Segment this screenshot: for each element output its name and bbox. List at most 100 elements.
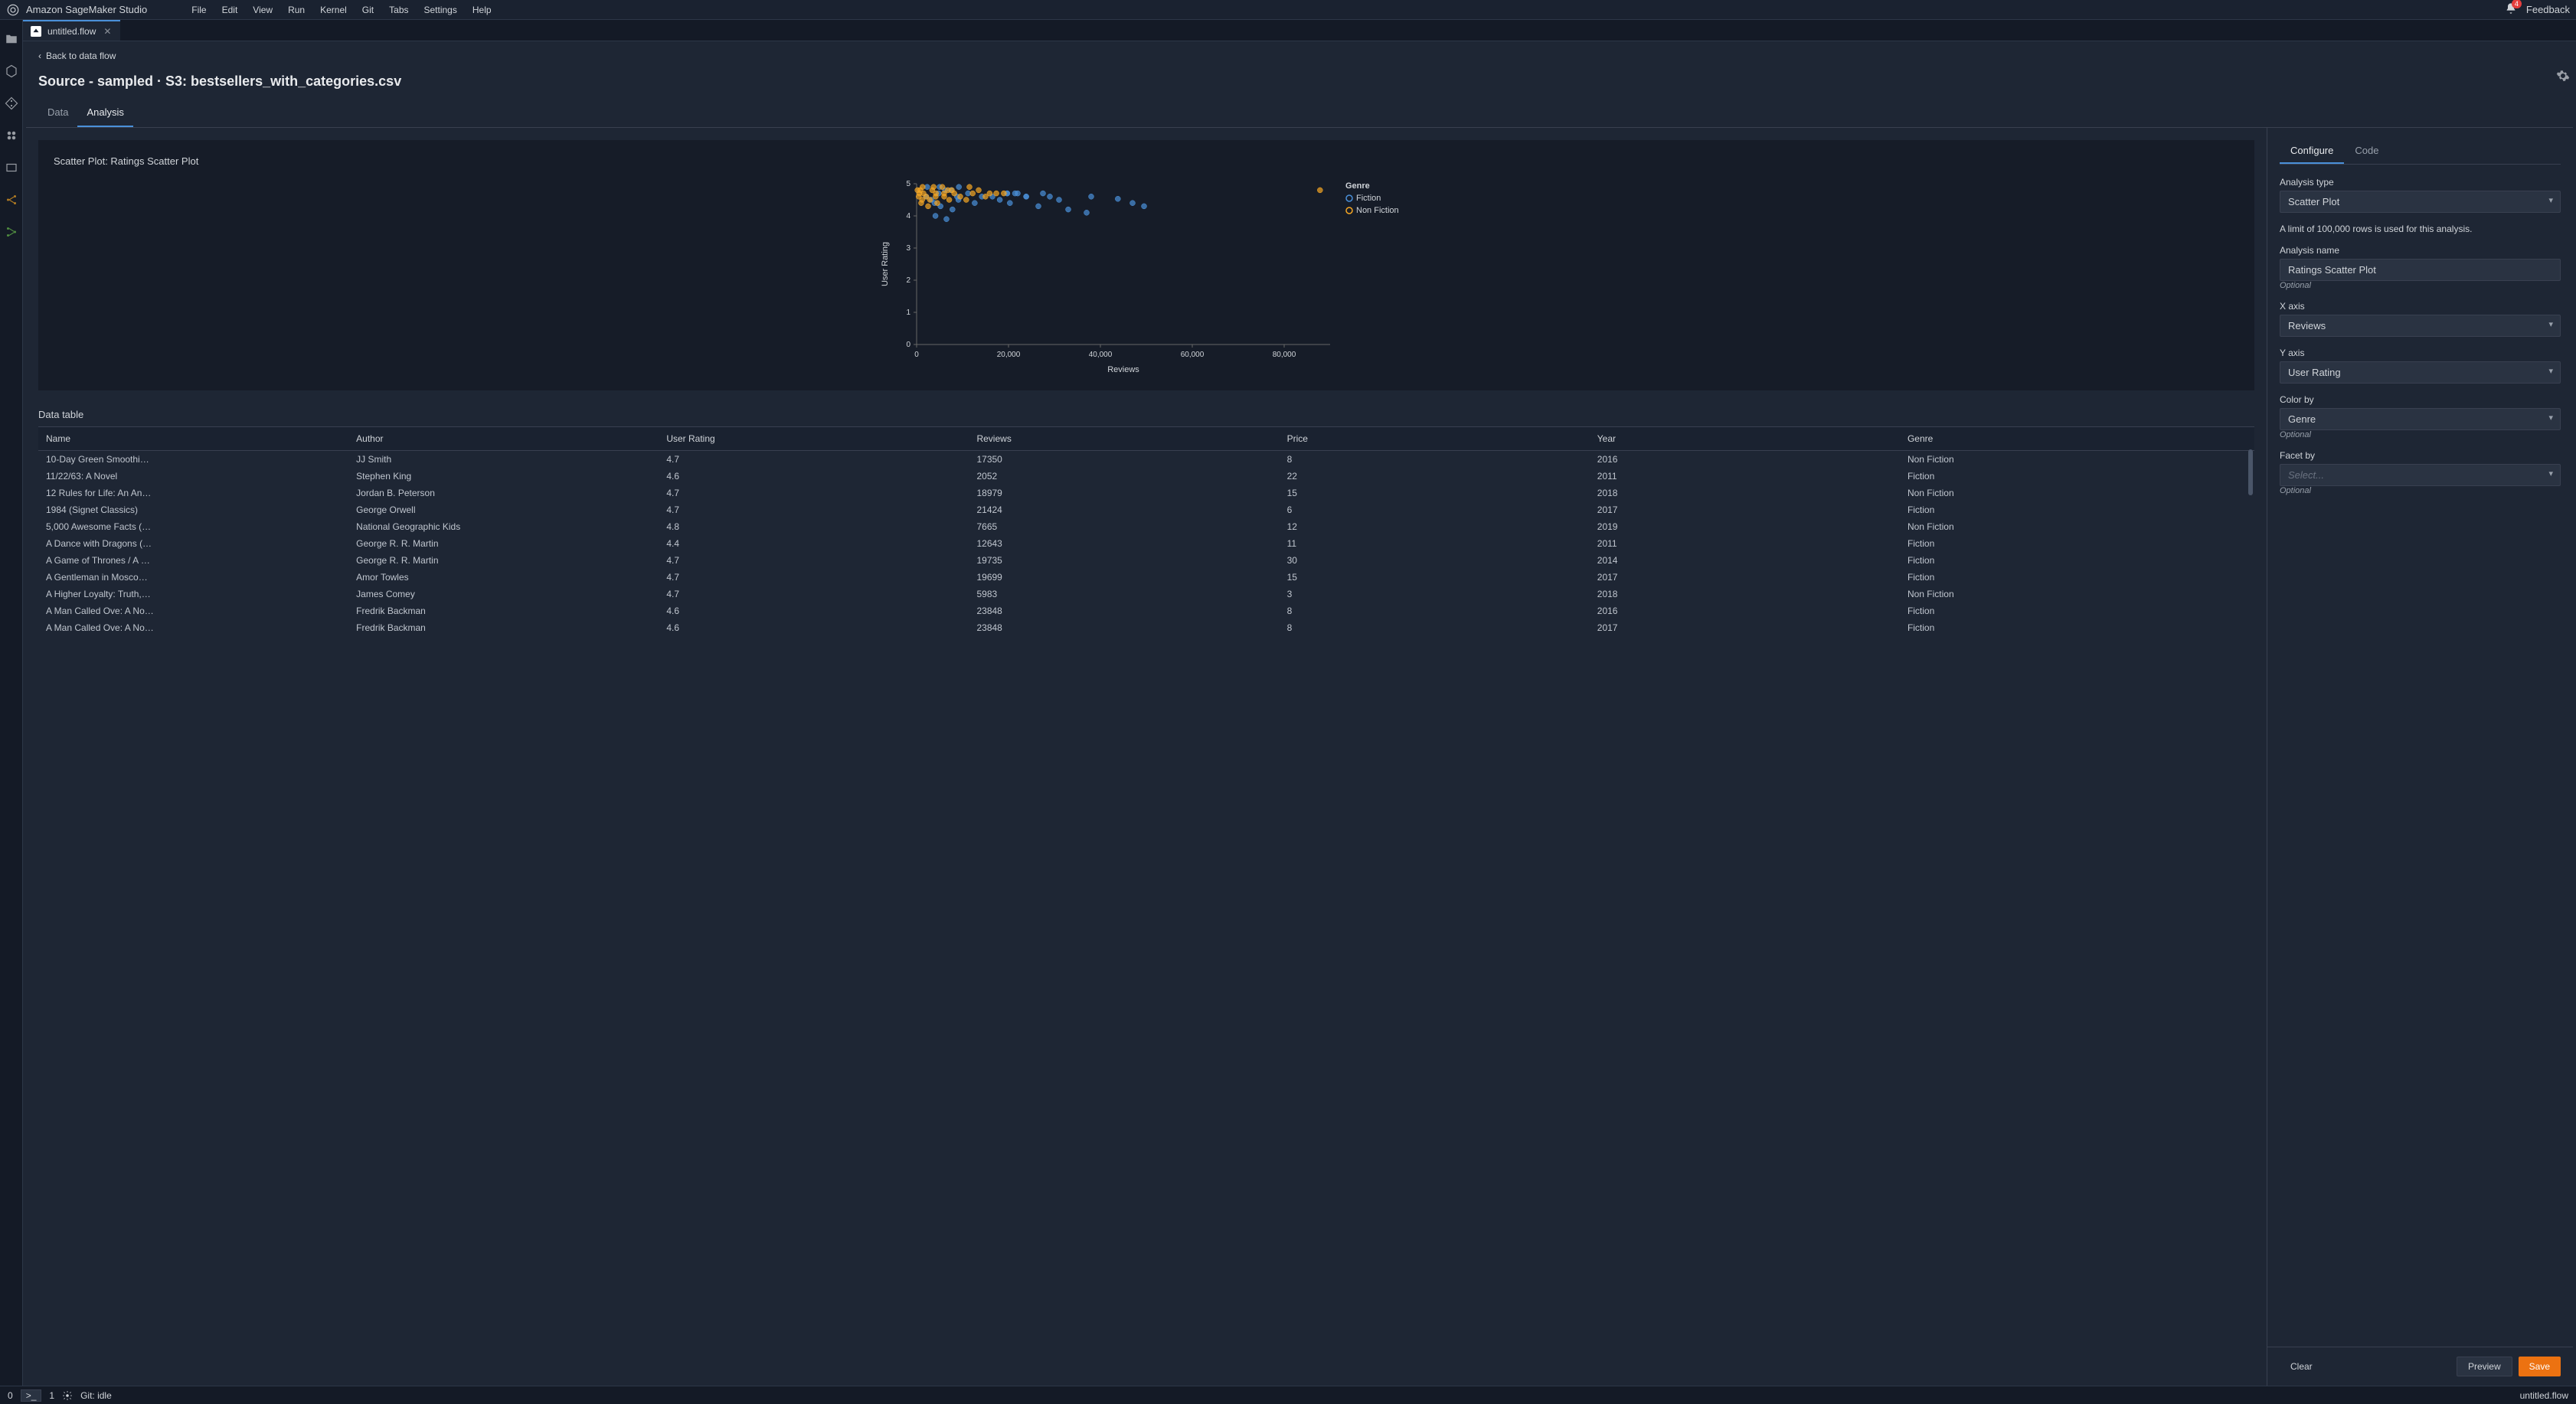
menu-edit[interactable]: Edit (214, 2, 246, 18)
menu-view[interactable]: View (245, 2, 280, 18)
analysis-type-label: Analysis type (2280, 177, 2561, 188)
table-cell: 4.7 (659, 451, 969, 469)
table-cell: 22 (1280, 468, 1590, 485)
folder-icon[interactable] (5, 32, 18, 46)
table-row: A Man Called Ove: A No…Fredrik Backman4.… (38, 602, 2254, 619)
table-header[interactable]: Name (38, 427, 348, 451)
table-cell: 8 (1280, 602, 1590, 619)
table-cell: 2019 (1590, 518, 1900, 535)
table-header[interactable]: Author (348, 427, 659, 451)
status-gear-icon[interactable] (62, 1390, 73, 1401)
notifications-button[interactable]: 4 (2505, 2, 2517, 17)
svg-text:0: 0 (906, 341, 910, 349)
table-cell: A Game of Thrones / A … (38, 552, 348, 569)
table-cell: 12643 (969, 535, 1279, 552)
preview-button[interactable]: Preview (2457, 1357, 2512, 1376)
clear-button[interactable]: Clear (2280, 1357, 2323, 1376)
window-icon[interactable] (5, 161, 18, 175)
analysis-type-select[interactable]: Scatter Plot (2280, 191, 2561, 213)
table-cell: A Man Called Ove: A No… (38, 619, 348, 636)
data-table: NameAuthorUser RatingReviewsPriceYearGen… (38, 426, 2254, 641)
table-cell: 2017 (1590, 501, 1900, 518)
table-cell: Jordan B. Peterson (348, 485, 659, 501)
tab-configure[interactable]: Configure (2280, 140, 2344, 164)
table-row: 1984 (Signet Classics)George Orwell4.721… (38, 501, 2254, 518)
status-right-file: untitled.flow (2520, 1390, 2568, 1401)
back-to-data-flow-link[interactable]: ‹ Back to data flow (26, 41, 2573, 67)
chart-title: Scatter Plot: Ratings Scatter Plot (54, 155, 2239, 167)
table-cell: 2014 (1590, 552, 1900, 569)
left-activity-bar (0, 20, 23, 1386)
svg-text:20,000: 20,000 (997, 351, 1021, 359)
table-cell: Non Fiction (1900, 451, 2254, 469)
table-cell: 2052 (969, 468, 1279, 485)
tab-bar: untitled.flow ✕ (23, 20, 2576, 41)
tab-data[interactable]: Data (38, 102, 77, 127)
table-header[interactable]: User Rating (659, 427, 969, 451)
colorby-select[interactable]: Genre (2280, 408, 2561, 430)
pipeline-icon[interactable] (5, 225, 18, 239)
table-cell: 10-Day Green Smoothi… (38, 451, 348, 469)
table-cell: 6 (1280, 501, 1590, 518)
table-cell: 8 (1280, 451, 1590, 469)
table-cell: 2017 (1590, 569, 1900, 586)
data-table-scroll[interactable]: NameAuthorUser RatingReviewsPriceYearGen… (38, 426, 2254, 641)
save-button[interactable]: Save (2519, 1357, 2561, 1376)
analysis-name-input[interactable] (2280, 259, 2561, 281)
facetby-label: Facet by (2280, 450, 2561, 461)
terminal-icon[interactable]: >_ (21, 1389, 42, 1402)
table-cell: 2016 (1590, 451, 1900, 469)
menu-kernel[interactable]: Kernel (312, 2, 355, 18)
row-limit-text: A limit of 100,000 rows is used for this… (2280, 224, 2561, 234)
close-icon[interactable]: ✕ (102, 26, 113, 37)
svg-text:60,000: 60,000 (1181, 351, 1205, 359)
table-cell: 2018 (1590, 485, 1900, 501)
tab-analysis[interactable]: Analysis (77, 102, 132, 127)
feedback-link[interactable]: Feedback (2526, 4, 2570, 15)
table-cell: 2017 (1590, 619, 1900, 636)
table-row: 12 Rules for Life: An An…Jordan B. Peter… (38, 485, 2254, 501)
gear-icon[interactable] (2556, 69, 2570, 83)
data-table-title: Data table (38, 409, 2254, 420)
table-row: A Gentleman in Mosco…Amor Towles4.719699… (38, 569, 2254, 586)
table-header[interactable]: Genre (1900, 427, 2254, 451)
table-row: A Game of Thrones / A …George R. R. Mart… (38, 552, 2254, 569)
table-header[interactable]: Price (1280, 427, 1590, 451)
svg-text:40,000: 40,000 (1089, 351, 1113, 359)
table-cell: 460 (969, 636, 1279, 641)
table-row: 11/22/63: A NovelStephen King4.620522220… (38, 468, 2254, 485)
back-link-text: Back to data flow (46, 51, 116, 61)
menu-tabs[interactable]: Tabs (381, 2, 416, 18)
table-header[interactable]: Year (1590, 427, 1900, 451)
git-icon[interactable] (5, 96, 18, 110)
svg-text:4: 4 (906, 212, 910, 220)
menu-git[interactable]: Git (355, 2, 381, 18)
table-header[interactable]: Reviews (969, 427, 1279, 451)
table-cell: A Dance with Dragons (… (38, 535, 348, 552)
table-cell: Non Fiction (1900, 586, 2254, 602)
xaxis-select[interactable]: Reviews (2280, 315, 2561, 337)
facetby-select[interactable]: Select... (2280, 464, 2561, 486)
svg-text:1: 1 (906, 309, 910, 317)
table-cell: 7665 (969, 518, 1279, 535)
menu-help[interactable]: Help (465, 2, 499, 18)
file-tab-name: untitled.flow (47, 26, 96, 37)
table-cell: 4.4 (659, 535, 969, 552)
flow-orange-icon[interactable] (5, 193, 18, 207)
yaxis-select[interactable]: User Rating (2280, 361, 2561, 384)
table-cell: Non Fiction (1900, 518, 2254, 535)
status-bar: 0 >_ 1 Git: idle untitled.flow (0, 1386, 2576, 1404)
menu-run[interactable]: Run (280, 2, 312, 18)
table-row: 10-Day Green Smoothi…JJ Smith4.717350820… (38, 451, 2254, 469)
scrollbar-thumb[interactable] (2248, 449, 2253, 495)
extensions-icon[interactable] (5, 129, 18, 142)
sagemaker-logo-icon (6, 3, 20, 17)
table-cell: JJ Smith (348, 451, 659, 469)
tab-code[interactable]: Code (2344, 140, 2389, 164)
hexagon-icon[interactable] (5, 64, 18, 78)
table-cell: Fiction (1900, 501, 2254, 518)
menu-file[interactable]: File (184, 2, 214, 18)
menu-settings[interactable]: Settings (417, 2, 465, 18)
table-cell: 2010 (1590, 636, 1900, 641)
file-tab-untitled-flow[interactable]: untitled.flow ✕ (23, 20, 120, 41)
